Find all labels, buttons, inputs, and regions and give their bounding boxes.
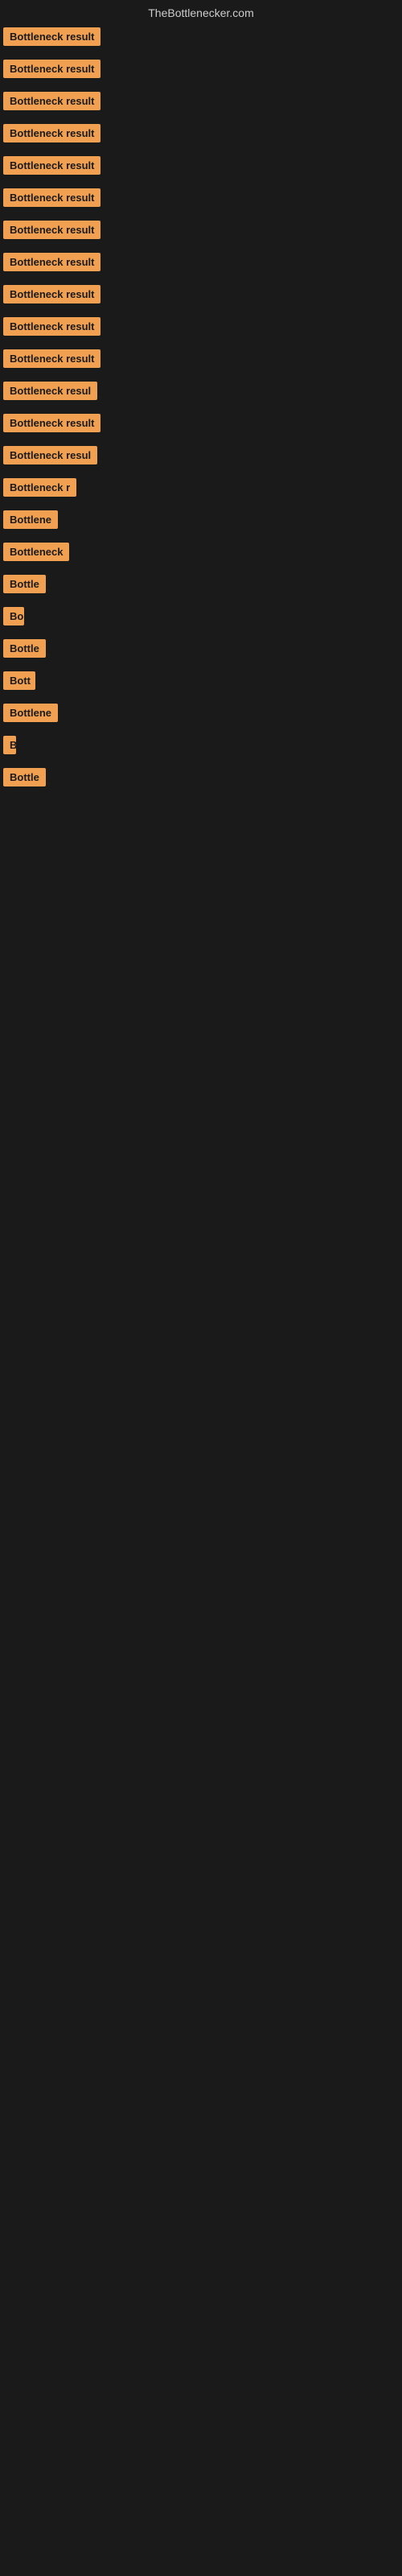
badge-row-19: Bo (0, 602, 402, 634)
badge-row-24: Bottle (0, 763, 402, 795)
badge-row-12: Bottleneck resul (0, 377, 402, 409)
badge-row-7: Bottleneck result (0, 216, 402, 248)
badge-row-13: Bottleneck result (0, 409, 402, 441)
bottleneck-badge-8[interactable]: Bottleneck result (3, 253, 100, 271)
badges-container: Bottleneck result Bottleneck result Bottle… (0, 23, 402, 795)
site-title: TheBottlenecker.com (0, 0, 402, 23)
bottleneck-badge-3[interactable]: Bottleneck result (3, 92, 100, 110)
bottleneck-badge-16[interactable]: Bottlene (3, 510, 58, 529)
bottleneck-badge-17[interactable]: Bottleneck (3, 543, 69, 561)
bottleneck-badge-21[interactable]: Bott (3, 671, 35, 690)
badge-row-21: Bott (0, 667, 402, 699)
badge-row-9: Bottleneck result (0, 280, 402, 312)
bottleneck-badge-6[interactable]: Bottleneck result (3, 188, 100, 207)
bottleneck-badge-2[interactable]: Bottleneck result (3, 60, 100, 78)
badge-row-17: Bottleneck (0, 538, 402, 570)
badge-row-4: Bottleneck result (0, 119, 402, 151)
bottleneck-badge-9[interactable]: Bottleneck result (3, 285, 100, 303)
bottleneck-badge-20[interactable]: Bottle (3, 639, 46, 658)
bottleneck-badge-4[interactable]: Bottleneck result (3, 124, 100, 142)
bottleneck-badge-22[interactable]: Bottlene (3, 704, 58, 722)
badge-row-20: Bottle (0, 634, 402, 667)
badge-row-14: Bottleneck resul (0, 441, 402, 473)
badge-row-18: Bottle (0, 570, 402, 602)
badge-row-10: Bottleneck result (0, 312, 402, 345)
badge-row-11: Bottleneck result (0, 345, 402, 377)
badge-row-15: Bottleneck r (0, 473, 402, 506)
bottleneck-badge-5[interactable]: Bottleneck result (3, 156, 100, 175)
badge-row-1: Bottleneck result (0, 23, 402, 55)
badge-row-23: B (0, 731, 402, 763)
badge-row-8: Bottleneck result (0, 248, 402, 280)
site-header: TheBottlenecker.com (0, 0, 402, 23)
bottleneck-badge-10[interactable]: Bottleneck result (3, 317, 100, 336)
bottleneck-badge-18[interactable]: Bottle (3, 575, 46, 593)
badge-row-3: Bottleneck result (0, 87, 402, 119)
badge-row-6: Bottleneck result (0, 184, 402, 216)
badge-row-22: Bottlene (0, 699, 402, 731)
bottleneck-badge-11[interactable]: Bottleneck result (3, 349, 100, 368)
bottleneck-badge-13[interactable]: Bottleneck result (3, 414, 100, 432)
bottleneck-badge-15[interactable]: Bottleneck r (3, 478, 76, 497)
badge-row-2: Bottleneck result (0, 55, 402, 87)
bottleneck-badge-19[interactable]: Bo (3, 607, 24, 625)
bottleneck-badge-24[interactable]: Bottle (3, 768, 46, 786)
badge-row-16: Bottlene (0, 506, 402, 538)
bottleneck-badge-7[interactable]: Bottleneck result (3, 221, 100, 239)
bottleneck-badge-14[interactable]: Bottleneck resul (3, 446, 97, 464)
badge-row-5: Bottleneck result (0, 151, 402, 184)
bottleneck-badge-12[interactable]: Bottleneck resul (3, 382, 97, 400)
bottleneck-badge-1[interactable]: Bottleneck result (3, 27, 100, 46)
bottleneck-badge-23[interactable]: B (3, 736, 16, 754)
